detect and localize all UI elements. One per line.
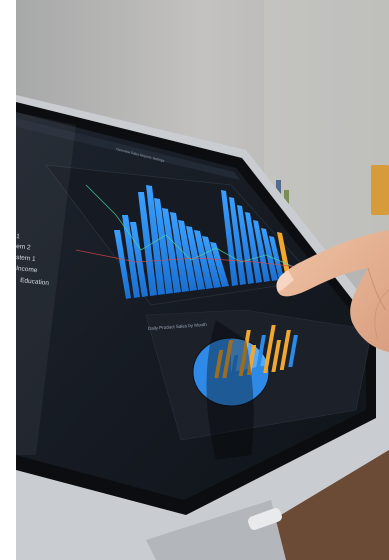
tablet-dashboard-photo: Overview Sales Reports Settings 1 em 2 s… <box>16 0 389 560</box>
background-jar <box>371 165 389 215</box>
photo-frame: Overview Sales Reports Settings 1 em 2 s… <box>0 0 389 560</box>
